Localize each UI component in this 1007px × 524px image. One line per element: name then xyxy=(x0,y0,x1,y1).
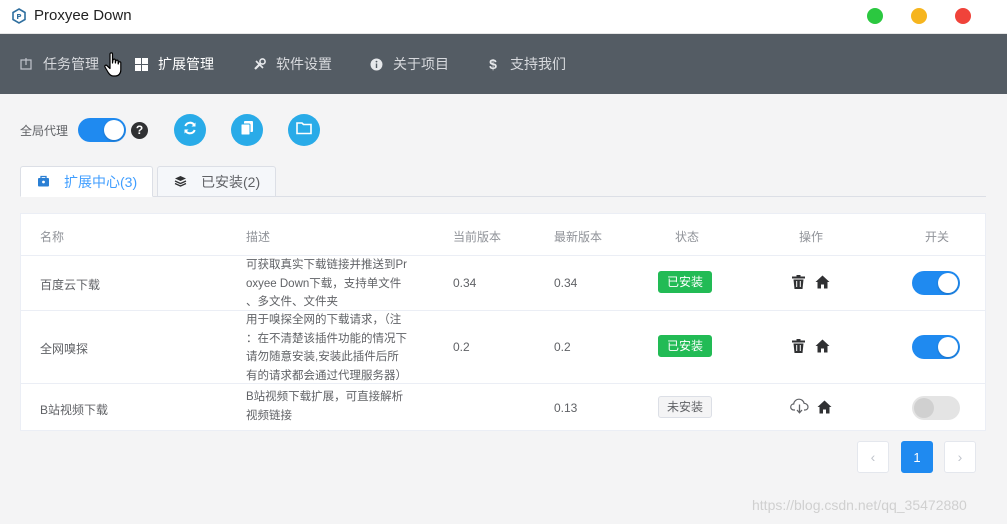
windows-icon xyxy=(134,57,148,71)
extensions-table: 名称 描述 当前版本 最新版本 状态 操作 开关 百度云下载 可获取真实下载链接… xyxy=(20,213,986,431)
status-badge: 已安装 xyxy=(658,271,713,293)
nav-item-support[interactable]: $ 支持我们 xyxy=(486,34,566,94)
status-badge: 已安装 xyxy=(658,335,713,357)
tab-installed[interactable]: 已安装(2) xyxy=(157,166,276,197)
copy-icon xyxy=(240,120,254,141)
extension-name: 百度云下载 xyxy=(40,278,101,292)
wrench-icon xyxy=(252,57,266,71)
extension-name: B站视频下载 xyxy=(40,403,109,417)
app-title: Proxyee Down xyxy=(34,7,132,24)
close-button[interactable] xyxy=(955,8,971,24)
app-logo-icon: P xyxy=(11,8,27,24)
maximize-button[interactable] xyxy=(867,8,883,24)
table-row: 全网嗅探 用于嗅探全网的下载请求，（注 ：在不清楚该插件功能的情况下 请勿随意安… xyxy=(21,311,985,384)
current-version: 0.2 xyxy=(453,340,470,354)
svg-text:P: P xyxy=(16,13,21,21)
pagination-next-button[interactable]: › xyxy=(944,441,976,473)
folder-button[interactable] xyxy=(288,114,320,146)
tab-label: 已安装(2) xyxy=(201,173,261,190)
global-proxy-label: 全局代理 xyxy=(20,124,69,138)
latest-version: 0.13 xyxy=(554,401,578,415)
copy-button[interactable] xyxy=(231,114,263,146)
help-icon[interactable]: ? xyxy=(131,122,148,139)
nav-item-about[interactable]: 关于项目 xyxy=(369,34,449,94)
nav-item-label: 软件设置 xyxy=(276,56,332,72)
hand-cursor-icon xyxy=(103,52,125,78)
latest-version: 0.34 xyxy=(554,276,578,290)
title-bar: P Proxyee Down xyxy=(0,0,1007,34)
refresh-icon xyxy=(182,120,198,141)
column-header-desc: 描述 xyxy=(246,230,271,244)
extension-enable-switch[interactable] xyxy=(912,396,960,420)
extension-name: 全网嗅探 xyxy=(40,342,89,356)
trash-icon[interactable] xyxy=(790,274,806,290)
home-icon[interactable] xyxy=(814,274,830,290)
latest-version: 0.2 xyxy=(554,340,571,354)
home-icon[interactable] xyxy=(816,399,832,415)
cloud-download-icon[interactable] xyxy=(789,398,809,414)
pagination-prev-button[interactable]: ‹ xyxy=(857,441,889,473)
column-header-status: 状态 xyxy=(675,230,700,244)
layers-icon xyxy=(174,174,187,190)
table-row: 百度云下载 可获取真实下载链接并推送到Pr oxyee Down下载，支持单文件… xyxy=(21,256,985,311)
folder-icon xyxy=(296,121,312,140)
global-proxy-switch[interactable] xyxy=(78,118,126,142)
nav-item-label: 扩展管理 xyxy=(158,56,214,72)
tab-extension-center[interactable]: 扩展中心(3) xyxy=(20,166,153,197)
trash-icon[interactable] xyxy=(790,338,806,354)
table-header: 名称 描述 当前版本 最新版本 状态 操作 开关 xyxy=(21,214,985,256)
column-header-latest-version: 最新版本 xyxy=(554,230,603,244)
nav-item-label: 任务管理 xyxy=(43,56,99,72)
column-header-current-version: 当前版本 xyxy=(453,230,502,244)
extension-enable-switch[interactable] xyxy=(912,271,960,295)
extension-description: 可获取真实下载链接并推送到Pr oxyee Down下载，支持单文件 、多文件、… xyxy=(246,259,407,308)
main-nav: 任务管理 扩展管理 软件设置 关于项目 $ 支持我们 xyxy=(0,34,1007,94)
nav-item-label: 关于项目 xyxy=(393,56,449,72)
nav-item-label: 支持我们 xyxy=(510,56,566,72)
extension-description: 用于嗅探全网的下载请求，（注 ：在不清楚该插件功能的情况下 请勿随意安装,安装此… xyxy=(246,314,407,382)
home-icon[interactable] xyxy=(814,338,830,354)
dollar-icon: $ xyxy=(489,56,497,72)
column-header-name: 名称 xyxy=(40,230,65,244)
extension-enable-switch[interactable] xyxy=(912,335,960,359)
refresh-button[interactable] xyxy=(174,114,206,146)
status-badge: 未安装 xyxy=(658,396,713,418)
pagination-page-button[interactable]: 1 xyxy=(901,441,933,473)
nav-item-extension-management[interactable]: 扩展管理 xyxy=(134,34,214,94)
current-version: 0.34 xyxy=(453,276,477,290)
info-icon xyxy=(369,57,383,71)
nav-item-software-settings[interactable]: 软件设置 xyxy=(252,34,332,94)
table-row: B站视频下载 B站视频下载扩展，可直接解析 视频链接 0.13 未安装 xyxy=(21,384,985,431)
column-header-actions: 操作 xyxy=(799,230,824,244)
tab-label: 扩展中心(3) xyxy=(64,173,138,190)
nav-item-task-management[interactable]: 任务管理 xyxy=(19,34,99,94)
store-icon xyxy=(37,174,50,190)
minimize-button[interactable] xyxy=(911,8,927,24)
column-header-switch: 开关 xyxy=(925,230,950,244)
task-icon xyxy=(19,57,33,71)
extension-description: B站视频下载扩展，可直接解析 视频链接 xyxy=(246,391,404,422)
watermark-text: https://blog.csdn.net/qq_35472880 xyxy=(752,497,967,513)
